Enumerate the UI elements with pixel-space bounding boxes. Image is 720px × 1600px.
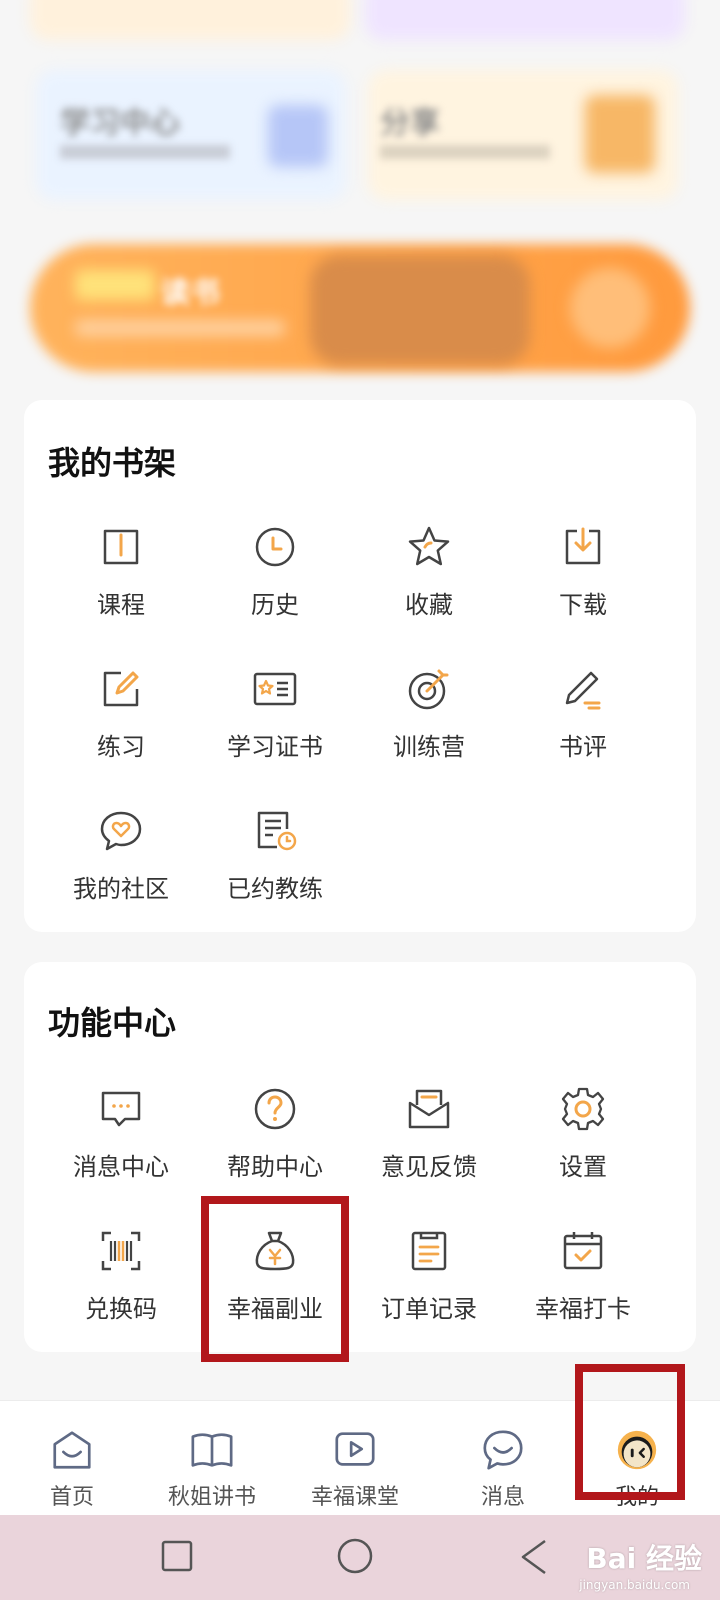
function-item-help-center[interactable]: 帮助中心 [200, 1085, 350, 1195]
shelf-item-certificate[interactable]: 学习证书 [200, 665, 350, 775]
shelf-item-label: 课程 [97, 591, 145, 619]
chat-smile-icon [483, 1430, 523, 1470]
shelf-item-my-community[interactable]: 我的社区 [46, 807, 196, 917]
play-icon [335, 1432, 375, 1466]
shelf-item-label: 学习证书 [227, 733, 323, 761]
function-item-label: 幸福打卡 [535, 1295, 631, 1323]
clipboard-icon [411, 1231, 447, 1271]
banner-people-illustration [310, 255, 530, 365]
open-book-icon [103, 529, 139, 565]
shelf-item-label: 训练营 [393, 733, 465, 761]
shelf-item-courses[interactable]: 课程 [46, 523, 196, 633]
shelf-item-booked-coach[interactable]: 已约教练 [200, 807, 350, 917]
blurred-header-area: 学习中心 分享 读书 [0, 0, 720, 390]
function-item-label: 订单记录 [381, 1295, 477, 1323]
tab-messages[interactable]: 消息 [431, 1401, 575, 1516]
banner-title: 读书 [160, 276, 220, 311]
tab-happiness-classroom[interactable]: 幸福课堂 [283, 1401, 427, 1516]
recent-apps-button[interactable] [160, 1539, 194, 1573]
study-center-illustration [268, 105, 328, 167]
tab-home[interactable]: 首页 [0, 1401, 144, 1516]
shelf-item-practice[interactable]: 练习 [46, 665, 196, 775]
study-center-title: 学习中心 [60, 106, 180, 141]
shelf-item-label: 我的社区 [73, 875, 169, 903]
question-icon [254, 1088, 296, 1130]
download-icon [565, 527, 601, 565]
function-center-card: 功能中心 消息中心 帮助中心 意见反馈 设置 兑换码 幸福副业 订单记录 幸福打… [24, 962, 696, 1352]
target-icon [408, 669, 449, 710]
shelf-item-label: 练习 [97, 733, 145, 761]
clock-icon [255, 527, 295, 567]
function-item-label: 设置 [559, 1153, 607, 1181]
function-item-happy-checkin[interactable]: 幸福打卡 [508, 1227, 658, 1337]
share-title: 分享 [380, 106, 440, 141]
schedule-doc-icon [257, 811, 297, 851]
pencil-square-icon [103, 671, 139, 707]
home-smile-icon [53, 1431, 91, 1469]
top-card-left-partial [30, 0, 350, 40]
banner-button[interactable] [570, 268, 650, 348]
function-item-label: 意见反馈 [381, 1153, 477, 1181]
shelf-item-history[interactable]: 历史 [200, 523, 350, 633]
heart-chat-icon [100, 811, 142, 851]
tab-label: 幸福课堂 [310, 1485, 399, 1510]
function-item-redeem-code[interactable]: 兑换码 [46, 1227, 196, 1337]
highlight-box-mine-tab [575, 1364, 685, 1500]
book-icon [191, 1433, 233, 1467]
certificate-icon [253, 672, 297, 706]
function-item-feedback[interactable]: 意见反馈 [354, 1085, 504, 1195]
function-center-title: 功能中心 [48, 1004, 177, 1042]
shelf-item-label: 下载 [559, 591, 607, 619]
pen-icon [565, 671, 601, 710]
shelf-item-label: 书评 [559, 733, 607, 761]
function-item-message-center[interactable]: 消息中心 [46, 1085, 196, 1195]
baidu-watermark-url: jingyan.baidu.com [579, 1578, 690, 1592]
share-subtitle [380, 145, 550, 159]
tab-qiujie-books[interactable]: 秋姐讲书 [140, 1401, 284, 1516]
home-button[interactable] [335, 1536, 375, 1576]
highlight-box-side-business [201, 1196, 349, 1362]
study-center-subtitle [60, 145, 230, 159]
shelf-item-download[interactable]: 下载 [508, 523, 658, 633]
shelf-item-label: 收藏 [405, 591, 453, 619]
function-item-label: 帮助中心 [227, 1153, 323, 1181]
barcode-icon [101, 1231, 141, 1271]
shelf-item-label: 已约教练 [227, 875, 323, 903]
tab-label: 首页 [49, 1485, 94, 1510]
function-item-settings[interactable]: 设置 [508, 1085, 658, 1195]
function-item-order-history[interactable]: 订单记录 [354, 1227, 504, 1337]
calendar-check-icon [563, 1232, 603, 1270]
top-card-right-partial [365, 0, 685, 40]
bookshelf-card: 我的书架 课程 历史 收藏 下载 练习 学习证书 训练营 书评 我的社区 已约教… [24, 400, 696, 932]
baidu-watermark: Bai 经验 [586, 1542, 702, 1575]
star-icon [408, 526, 450, 566]
shelf-item-label: 历史 [251, 591, 299, 619]
shelf-item-favorites[interactable]: 收藏 [354, 523, 504, 633]
share-illustration [585, 95, 655, 173]
message-icon [101, 1091, 141, 1127]
shelf-item-training-camp[interactable]: 训练营 [354, 665, 504, 775]
mail-icon [408, 1089, 450, 1129]
function-item-label: 消息中心 [73, 1153, 169, 1181]
shelf-item-book-review[interactable]: 书评 [508, 665, 658, 775]
function-item-label: 兑换码 [85, 1295, 157, 1323]
banner-subtitle [75, 320, 285, 336]
tab-label: 消息 [480, 1485, 525, 1510]
back-button[interactable] [515, 1537, 555, 1577]
banner-badge [75, 270, 155, 300]
tab-label: 秋姐讲书 [167, 1485, 256, 1510]
gear-icon [561, 1087, 605, 1131]
bookshelf-title: 我的书架 [48, 444, 177, 482]
